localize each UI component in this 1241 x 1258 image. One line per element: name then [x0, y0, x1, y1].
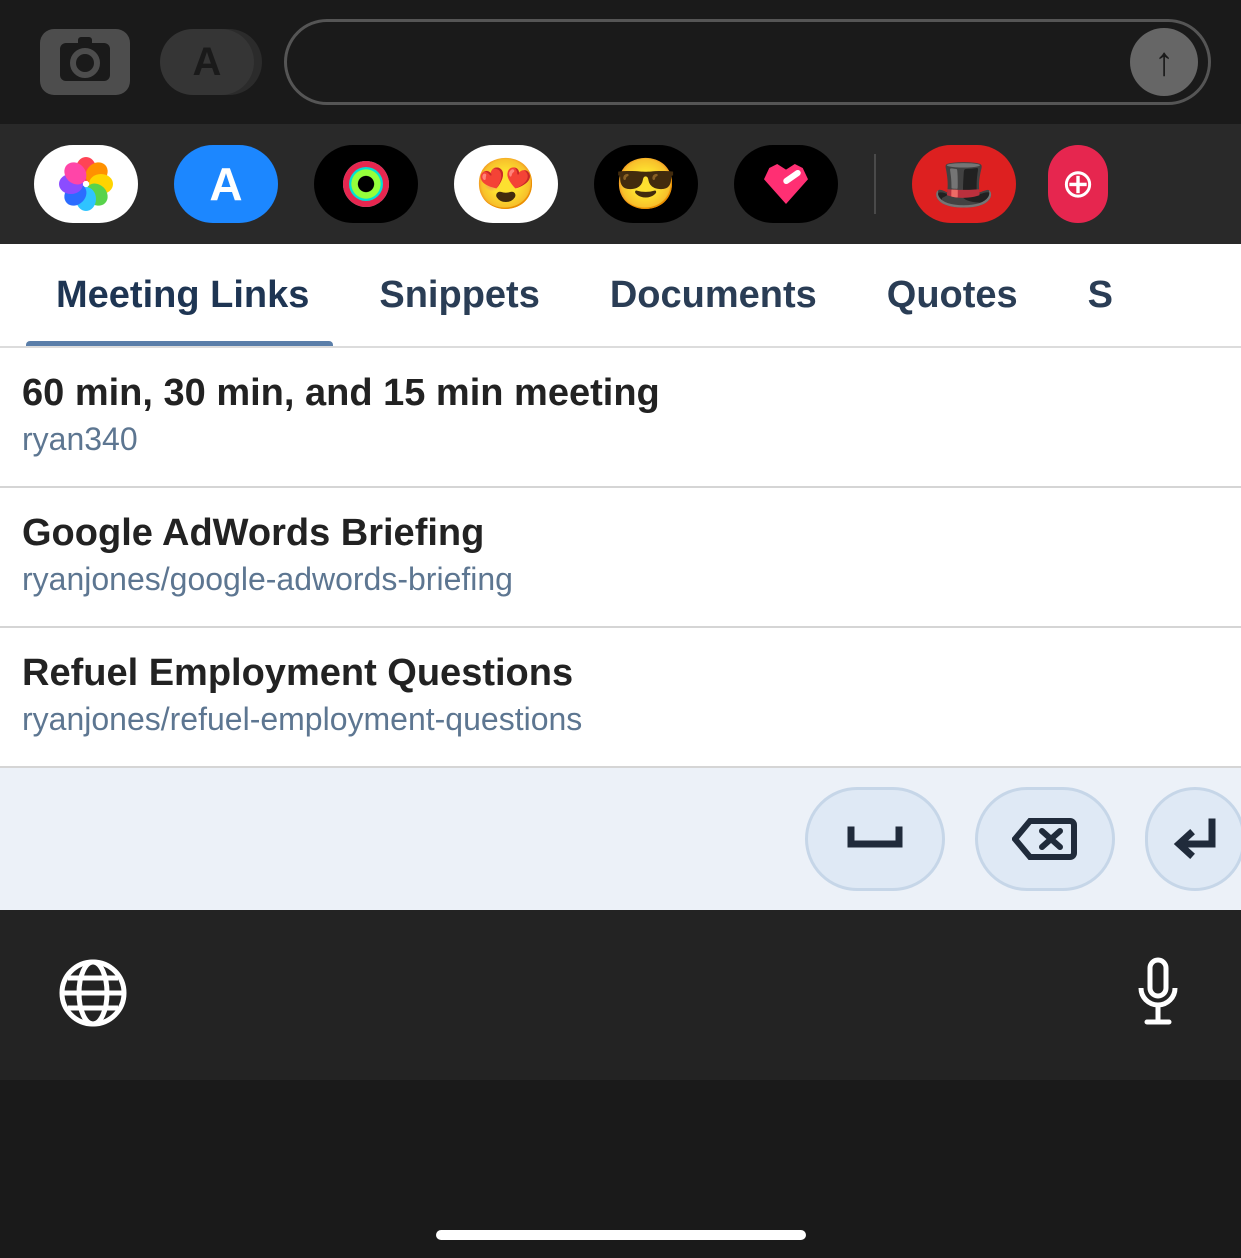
- keyboard-footer: [0, 910, 1241, 1080]
- space-icon: [845, 824, 905, 854]
- extension-panel: Meeting Links Snippets Documents Quotes …: [0, 244, 1241, 910]
- dictation-button[interactable]: [1133, 956, 1183, 1035]
- message-input[interactable]: ↑: [284, 19, 1211, 105]
- backspace-button[interactable]: [975, 787, 1115, 891]
- tab-bar: Meeting Links Snippets Documents Quotes …: [0, 244, 1241, 348]
- item-subtitle: ryanjones/refuel-employment-questions: [22, 701, 1219, 738]
- imessage-app-row: A 😍 😎 🎩 ⊕: [0, 124, 1241, 244]
- tab-truncated[interactable]: S: [1088, 274, 1120, 317]
- app-chip-heart[interactable]: [734, 145, 838, 223]
- monopoly-icon: 🎩: [933, 155, 995, 214]
- tab-documents[interactable]: Documents: [610, 274, 849, 317]
- app-chip-appstore[interactable]: A: [174, 145, 278, 223]
- home-indicator[interactable]: [436, 1230, 806, 1240]
- memoji-hearts-icon: 😍: [475, 155, 537, 214]
- camera-icon: [60, 43, 110, 81]
- photos-icon: [61, 159, 111, 209]
- item-subtitle: ryanjones/google-adwords-briefing: [22, 561, 1219, 598]
- app-chip-extra[interactable]: ⊕: [1048, 145, 1108, 223]
- camera-button[interactable]: [40, 29, 130, 95]
- app-chip-monopoly[interactable]: 🎩: [912, 145, 1016, 223]
- item-title: Refuel Employment Questions: [22, 652, 1219, 695]
- item-subtitle: ryan340: [22, 421, 1219, 458]
- arrow-up-icon: ↑: [1154, 40, 1174, 85]
- app-chip-memoji-frame[interactable]: 😎: [594, 145, 698, 223]
- appstore-icon: A: [209, 157, 242, 211]
- memoji-frame-icon: 😎: [615, 155, 677, 214]
- tab-quotes[interactable]: Quotes: [887, 274, 1050, 317]
- microphone-icon: [1133, 956, 1183, 1030]
- list-item[interactable]: 60 min, 30 min, and 15 min meeting ryan3…: [0, 348, 1241, 488]
- appstore-a-icon: A: [193, 40, 222, 85]
- enter-button[interactable]: [1145, 787, 1241, 891]
- tab-snippets[interactable]: Snippets: [379, 274, 571, 317]
- item-title: 60 min, 30 min, and 15 min meeting: [22, 372, 1219, 415]
- action-row: [0, 768, 1241, 910]
- list-item[interactable]: Google AdWords Briefing ryanjones/google…: [0, 488, 1241, 628]
- app-chip-photos[interactable]: [34, 145, 138, 223]
- app-chip-fitness[interactable]: [314, 145, 418, 223]
- tab-meeting-links[interactable]: Meeting Links: [56, 274, 341, 317]
- globe-pink-icon: ⊕: [1061, 161, 1095, 207]
- list-item[interactable]: Refuel Employment Questions ryanjones/re…: [0, 628, 1241, 768]
- enter-icon: [1170, 816, 1220, 862]
- message-input-strip: A ↑: [0, 0, 1241, 124]
- globe-button[interactable]: [58, 958, 128, 1033]
- backspace-icon: [1012, 817, 1078, 861]
- app-chip-memoji-hearts[interactable]: 😍: [454, 145, 558, 223]
- globe-icon: [58, 958, 128, 1028]
- item-title: Google AdWords Briefing: [22, 512, 1219, 555]
- send-button[interactable]: ↑: [1130, 28, 1198, 96]
- fitness-rings-icon: [343, 161, 389, 207]
- app-row-divider: [874, 154, 876, 214]
- app-drawer-button[interactable]: A: [160, 29, 254, 95]
- space-button[interactable]: [805, 787, 945, 891]
- heart-sticker-icon: [764, 164, 808, 204]
